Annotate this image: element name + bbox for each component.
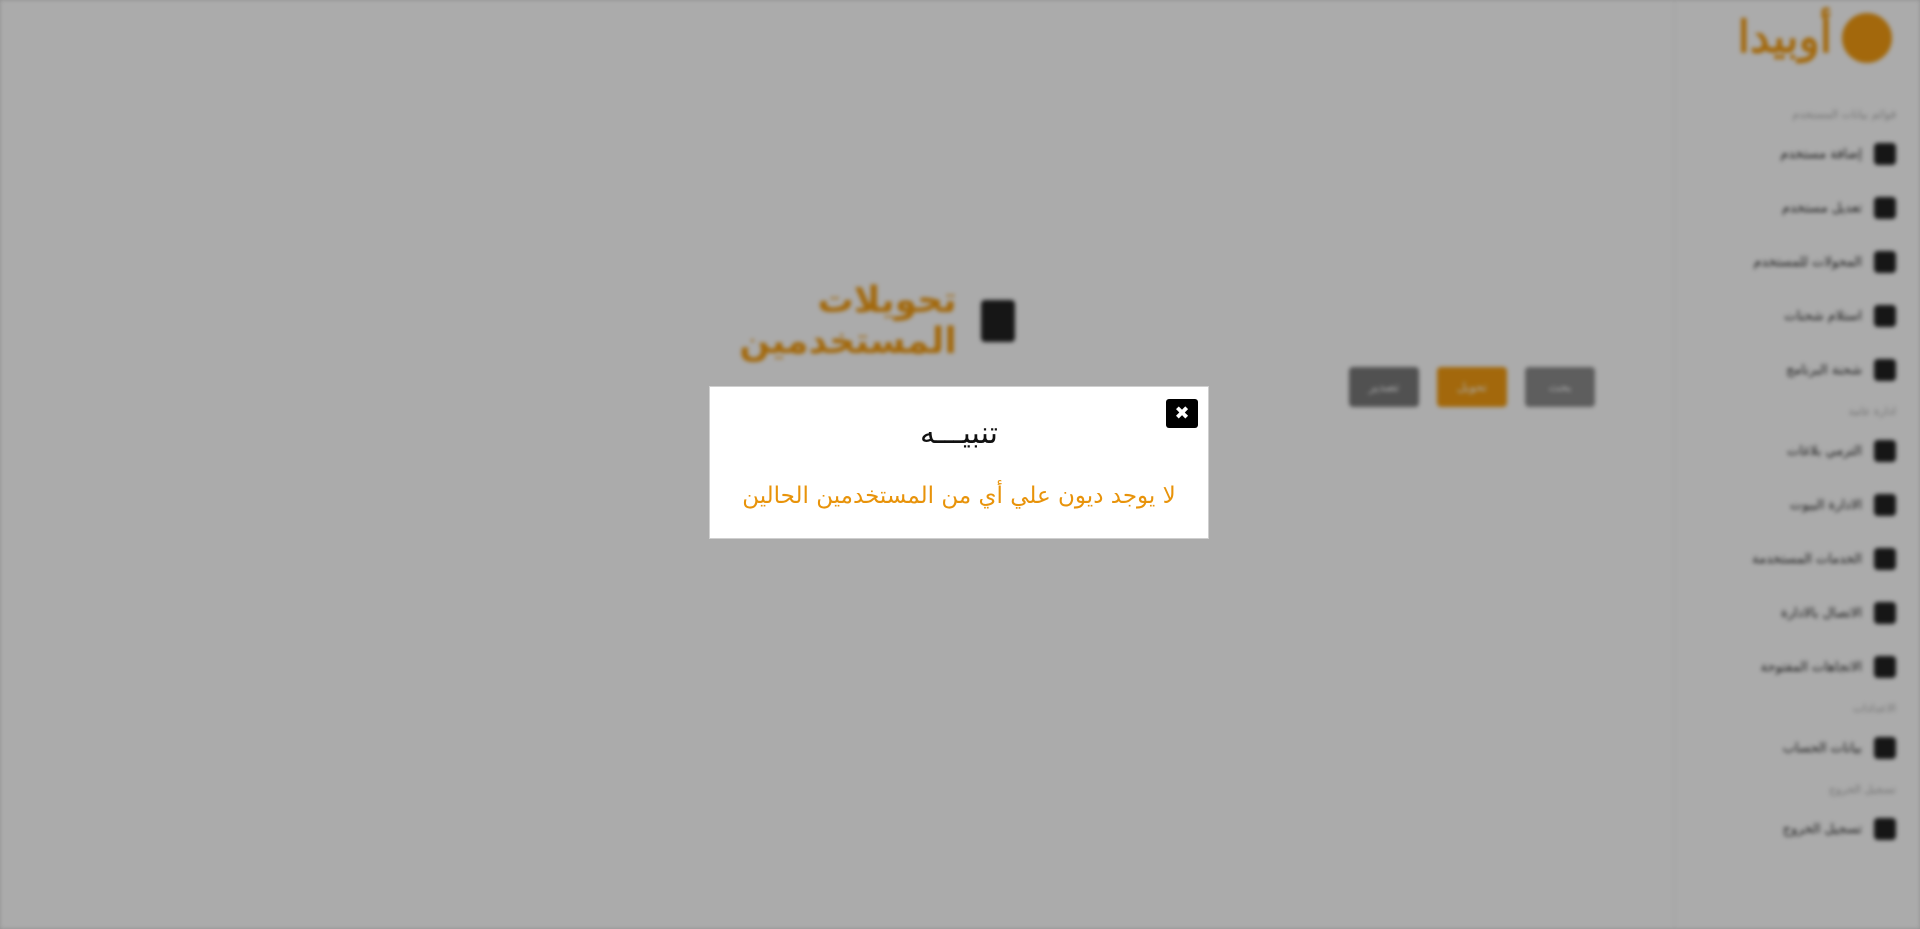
dialog-message: لا يوجد ديون علي أي من المستخدمين الحالي… xyxy=(742,483,1176,509)
close-icon[interactable]: ✖ xyxy=(1166,399,1198,428)
alert-dialog: ✖ تنبيـــه لا يوجد ديون علي أي من المستخ… xyxy=(709,386,1209,539)
dialog-title: تنبيـــه xyxy=(920,416,998,451)
